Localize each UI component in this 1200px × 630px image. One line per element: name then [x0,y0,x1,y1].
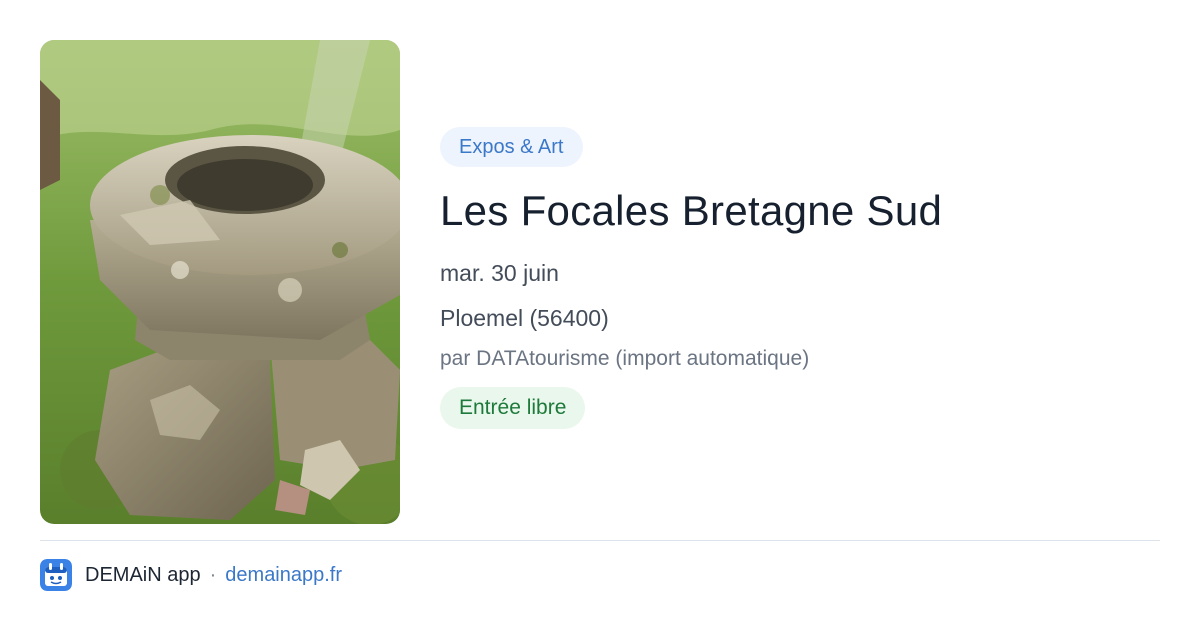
event-info: Expos & Art Les Focales Bretagne Sud mar… [440,127,1160,429]
event-author: par DATAtourisme (import automatique) [440,347,810,370]
event-location: Ploemel (56400) [440,305,609,331]
app-name: DEMAiN app [85,563,201,586]
stone-font-photo-image [40,40,400,524]
event-date: mar. 30 juin [440,260,559,286]
price-badge: Entrée libre [440,387,586,429]
event-card: Expos & Art Les Focales Bretagne Sud mar… [0,0,1200,630]
footer: DEMAiN app · demainapp.fr [40,558,342,592]
event-title: Les Focales Bretagne Sud [440,187,943,234]
app-domain-link[interactable]: demainapp.fr [225,564,342,587]
demain-app-icon [40,559,72,591]
category-badge[interactable]: Expos & Art [440,127,583,167]
footer-divider [40,540,1160,541]
event-photo [40,40,400,524]
footer-separator: · [209,563,217,586]
